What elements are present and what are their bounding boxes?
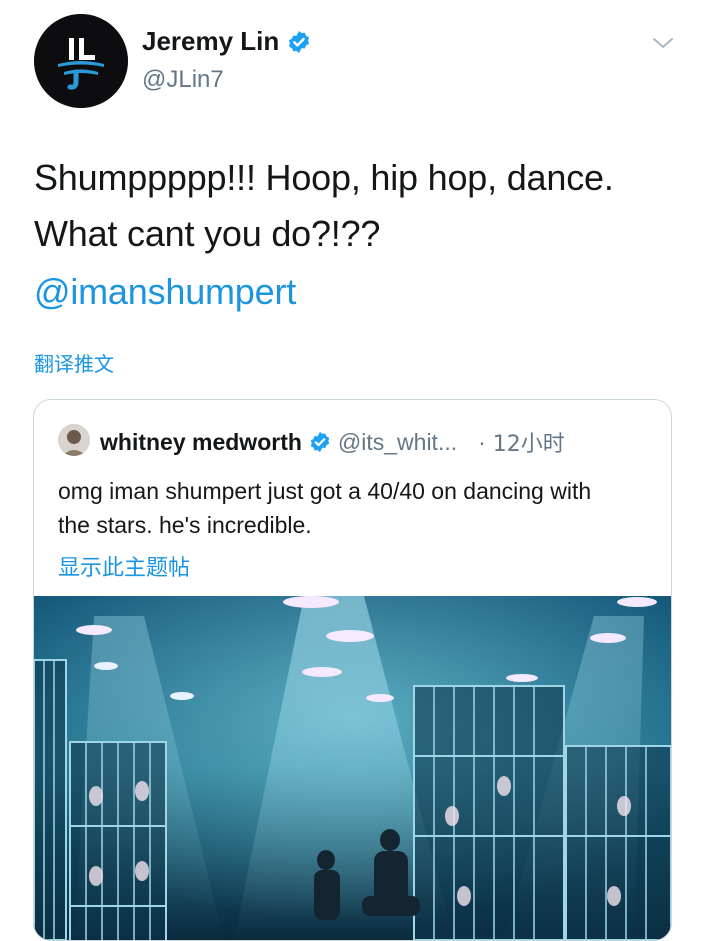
show-thread-link[interactable]: 显示此主题帖 <box>58 550 190 582</box>
author-handle[interactable]: @JLin7 <box>142 66 224 94</box>
quoted-tweet-card[interactable]: whitney medworth @its_whit... · 12小时 omg… <box>33 399 672 941</box>
quoted-author-handle[interactable]: @its_whit... <box>338 429 457 456</box>
separator-dot: · <box>478 428 486 455</box>
author-avatar[interactable] <box>34 14 128 108</box>
jl-logo <box>34 14 128 108</box>
mention-link[interactable]: @imanshumpert <box>34 264 684 320</box>
author-name-row[interactable]: Jeremy Lin <box>142 26 311 57</box>
author-name[interactable]: Jeremy Lin <box>142 26 279 57</box>
quoted-author-name[interactable]: whitney medworth <box>100 429 302 456</box>
avatar-photo <box>58 424 90 456</box>
quoted-author-avatar <box>58 424 90 456</box>
translate-tweet-link[interactable]: 翻译推文 <box>34 348 114 377</box>
tweet-text-line1: Shumppppp!!! Hoop, hip hop, dance. <box>34 157 614 198</box>
tweet-text-line2: What cant you do?!?? <box>34 213 381 254</box>
quoted-tweet-time[interactable]: 12小时 <box>493 426 565 458</box>
verified-badge-icon <box>310 431 330 453</box>
chevron-down-icon[interactable] <box>650 30 676 56</box>
quoted-tweet-media[interactable] <box>34 596 671 940</box>
tweet-text: Shumppppp!!! Hoop, hip hop, dance. What … <box>34 150 684 320</box>
quoted-tweet-header: whitney medworth @its_whit... · 12小时 <box>100 426 565 458</box>
stage-scene-image <box>34 596 671 940</box>
quoted-tweet-text: omg iman shumpert just got a 40/40 on da… <box>58 478 592 538</box>
verified-badge-icon <box>289 30 310 53</box>
